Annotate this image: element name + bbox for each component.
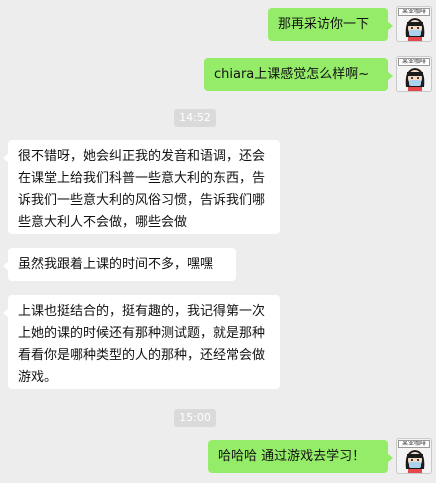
chat-bubble-incoming[interactable]: 很不错呀，她会纠正我的发音和语调，还会在课堂上给我们科普一些意大利的东西，告诉我…	[3, 140, 280, 234]
message-text: 虽然我跟着上课的时间不多，嘿嘿	[18, 257, 214, 272]
timestamp: 14:52	[174, 109, 216, 127]
message-text: 哈哈哈 通过游戏去学习！	[218, 449, 366, 464]
chat-bubble-incoming[interactable]: 上课也挺结合的，挺有趣的，我记得第一次上她的课的时候还有那种测试题，就是那种看看…	[3, 295, 280, 389]
chat-bubble-incoming[interactable]: 虽然我跟着上课的时间不多，嘿嘿	[3, 248, 236, 281]
girl-with-mask-avatar-icon	[405, 68, 425, 91]
chat-bubble-outgoing[interactable]: chiara上课感觉怎么样啊~	[204, 58, 393, 91]
message-text: 那再采访你一下	[278, 17, 370, 32]
chat-bubble-outgoing[interactable]: 那再采访你一下	[268, 8, 393, 41]
message-text: chiara上课感觉怎么样啊~	[214, 67, 370, 82]
timestamp: 15:00	[174, 409, 216, 427]
user-avatar[interactable]: 某业咖啡	[396, 438, 432, 474]
message-text: 很不错呀，她会纠正我的发音和语调，还会在课堂上给我们科普一些意大利的东西，告诉我…	[18, 149, 266, 230]
message-text: 上课也挺结合的，挺有趣的，我记得第一次上她的课的时候还有那种测试题，就是那种看看…	[18, 304, 266, 385]
user-avatar[interactable]: 某业咖啡	[396, 6, 432, 42]
chat-bubble-outgoing[interactable]: 哈哈哈 通过游戏去学习！	[208, 440, 393, 473]
girl-with-mask-avatar-icon	[405, 18, 425, 41]
user-avatar[interactable]: 某业咖啡	[396, 56, 432, 92]
girl-with-mask-avatar-icon	[405, 450, 425, 473]
